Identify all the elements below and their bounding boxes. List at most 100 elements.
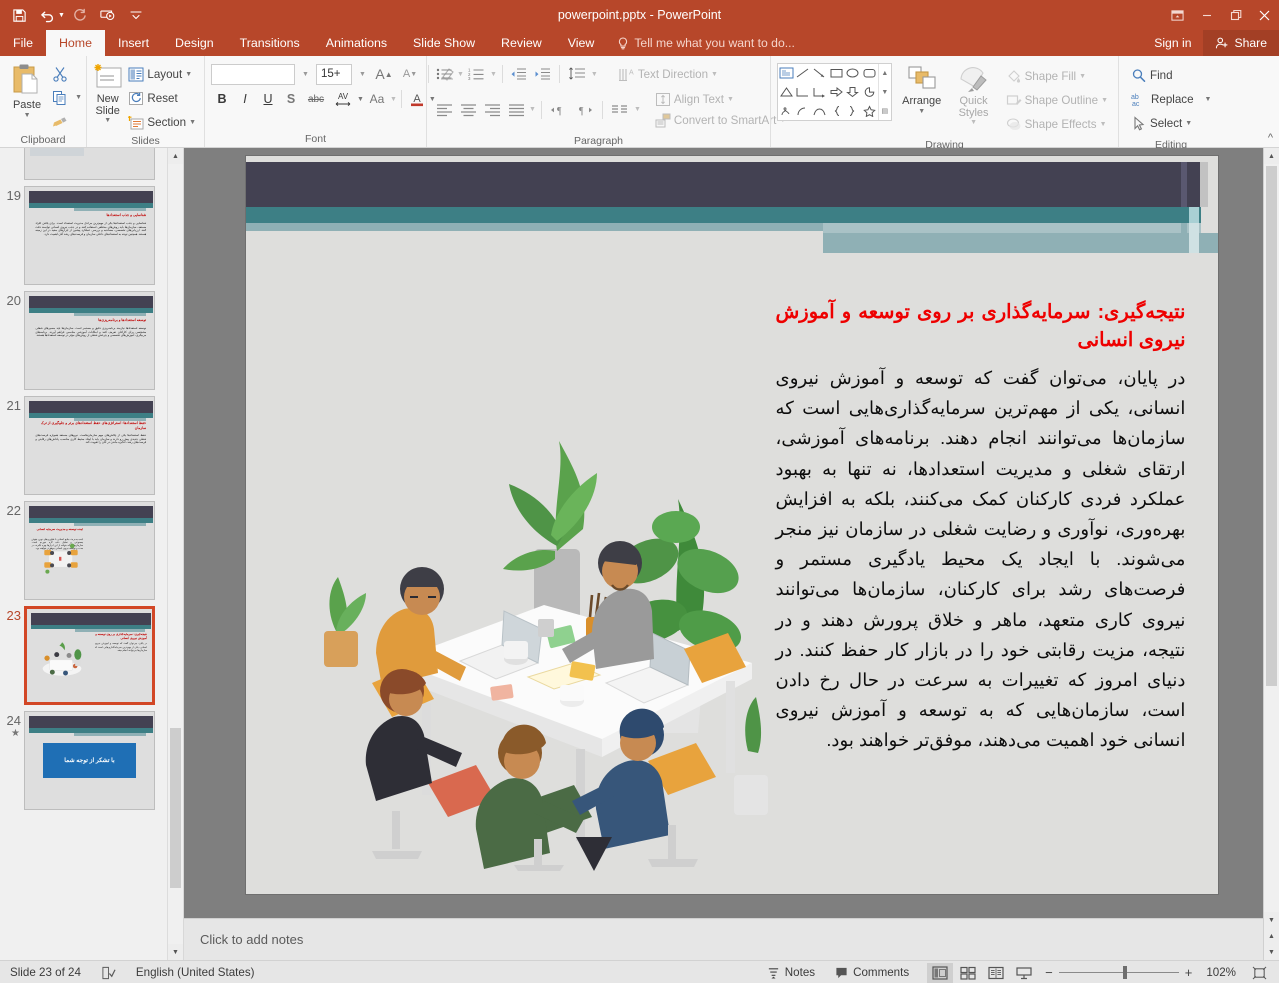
increase-font-size-button[interactable]: A ▲ (373, 63, 395, 85)
slide-title[interactable]: نتیجه‌گیری: سرمایه‌گذاری بر روی توسعه و … (776, 298, 1186, 355)
font-color-button[interactable]: A (406, 88, 428, 110)
slide-thumbnail-21[interactable]: حفظ استعدادها: استراتژی‌های حفظ استعداده… (24, 396, 155, 495)
ribbon-display-options-icon[interactable] (1163, 0, 1192, 30)
shape-curve-icon[interactable] (811, 101, 828, 120)
shape-outline-caret-icon[interactable]: ▼ (1101, 97, 1108, 104)
zoom-track[interactable] (1058, 966, 1179, 979)
tab-design[interactable]: Design (162, 30, 227, 56)
increase-indent-button[interactable] (532, 63, 554, 85)
underline-button[interactable]: U (257, 88, 279, 110)
text-direction-button[interactable]: A Text Direction ▼ (614, 63, 722, 85)
save-icon[interactable] (6, 3, 32, 27)
zoom-knob[interactable] (1122, 966, 1127, 979)
numbering-button[interactable]: 123 (466, 63, 488, 85)
tab-review[interactable]: Review (488, 30, 555, 56)
zoom-slider[interactable]: − + (1037, 965, 1200, 980)
close-icon[interactable] (1250, 0, 1279, 30)
shape-effects-caret-icon[interactable]: ▼ (1100, 121, 1107, 128)
decrease-indent-button[interactable] (508, 63, 530, 85)
text-shadow-button[interactable]: S (280, 88, 302, 110)
columns-caret-icon[interactable]: ▼ (634, 106, 641, 113)
shape-right-arrow-icon[interactable] (828, 83, 845, 102)
scrollbar-thumb[interactable] (170, 728, 181, 888)
justify-button[interactable] (505, 99, 527, 121)
align-right-button[interactable] (481, 99, 503, 121)
shape-effects-button[interactable]: Shape Effects ▼ (1002, 113, 1112, 135)
shape-gallery-scrollbar[interactable]: ▲ ▼ ▤ (877, 64, 891, 120)
slide-indicator[interactable]: Slide 23 of 24 (0, 966, 91, 979)
tab-transitions[interactable]: Transitions (227, 30, 313, 56)
spell-check-icon[interactable] (91, 966, 126, 980)
strikethrough-button[interactable]: abc (303, 88, 329, 110)
list-item[interactable]: 19 شناسایی و جذب استعدادها شناسایی و جذب… (0, 180, 167, 285)
customize-qat-icon[interactable] (123, 3, 149, 27)
slide-scroll-up-icon[interactable]: ▲ (1264, 148, 1279, 164)
zoom-level-label[interactable]: 102% (1200, 966, 1242, 979)
comments-button[interactable]: Comments (825, 966, 919, 979)
scroll-up-icon[interactable]: ▲ (168, 148, 183, 164)
layout-caret-icon[interactable]: ▼ (185, 71, 192, 78)
notes-button[interactable]: Notes (757, 966, 825, 979)
cut-button[interactable] (48, 63, 82, 85)
change-case-caret-icon[interactable]: ▼ (390, 96, 397, 103)
tab-view[interactable]: View (555, 30, 608, 56)
line-spacing-caret-icon[interactable]: ▼ (591, 71, 598, 78)
notes-pane[interactable]: Click to add notes (184, 918, 1279, 960)
scroll-down-icon[interactable]: ▼ (168, 944, 183, 960)
slide-thumbnail-22[interactable]: آینده توسعه و مدیریت سرمایه انسانی آینده… (24, 501, 155, 600)
character-spacing-button[interactable]: AV (330, 88, 356, 110)
bold-button[interactable]: B (211, 88, 233, 110)
current-slide[interactable]: نتیجه‌گیری: سرمایه‌گذاری بر روی توسعه و … (245, 156, 1218, 894)
shape-triangle-icon[interactable] (778, 83, 795, 102)
slide-thumbnail-23-selected[interactable]: نتیجه‌گیری: سرمایه‌گذاری بر روی توسعه و … (24, 606, 155, 705)
shape-fill-caret-icon[interactable]: ▼ (1079, 73, 1086, 80)
shape-gallery-more-icon[interactable]: ▤ (879, 101, 891, 120)
align-center-button[interactable] (457, 99, 479, 121)
section-caret-icon[interactable]: ▼ (189, 119, 196, 126)
collapse-ribbon-icon[interactable]: ^ (1268, 132, 1273, 144)
shape-gallery[interactable]: ▲ ▼ ▤ (777, 63, 892, 121)
shape-down-arrow-icon[interactable] (845, 83, 862, 102)
slide-body-text[interactable]: در پایان، می‌توان گفت که توسعه و آموزش ن… (776, 363, 1186, 756)
shape-fill-button[interactable]: Shape Fill ▼ (1002, 65, 1112, 87)
columns-button[interactable] (608, 99, 632, 121)
replace-button[interactable]: ab ac Replace ▼ (1127, 88, 1215, 110)
list-item[interactable]: 21 حفظ استعدادها: استراتژی‌های حفظ استعد… (0, 390, 167, 495)
minimize-icon[interactable] (1192, 0, 1221, 30)
bullets-button[interactable] (433, 63, 455, 85)
font-size-combo[interactable]: 15+ (316, 63, 352, 85)
next-slide-icon[interactable]: ▼ (1264, 944, 1279, 960)
shape-star-icon[interactable] (861, 101, 878, 120)
line-spacing-button[interactable] (565, 63, 589, 85)
shape-outline-button[interactable]: Shape Outline ▼ (1002, 89, 1112, 111)
align-left-button[interactable] (433, 99, 455, 121)
reset-button[interactable]: Reset (124, 87, 200, 109)
tab-animations[interactable]: Animations (313, 30, 400, 56)
shape-elbow-arrow-icon[interactable] (811, 83, 828, 102)
tab-insert[interactable]: Insert (105, 30, 162, 56)
undo-icon[interactable] (34, 3, 60, 27)
rtl-text-direction-button[interactable]: ¶ (573, 99, 597, 121)
paste-button[interactable]: Paste ▼ (6, 61, 48, 119)
slide-sorter-icon[interactable] (955, 963, 981, 983)
shape-oval-icon[interactable] (845, 64, 862, 83)
language-indicator[interactable]: English (United States) (126, 966, 265, 979)
slide-show-icon[interactable] (1011, 963, 1037, 983)
slide-thumbnail-20[interactable]: توسعه استعدادها و برنامه‌ریزی‌ها توسعه ا… (24, 291, 155, 390)
select-button[interactable]: Select ▼ (1127, 112, 1196, 134)
list-item[interactable]: متن نمونه (0, 148, 167, 180)
copy-button[interactable] (48, 87, 72, 109)
tab-file[interactable]: File (0, 30, 46, 56)
previous-slide-icon[interactable]: ▲ (1264, 928, 1279, 944)
new-slide-button[interactable]: New Slide ▼ (91, 61, 124, 124)
shape-rectangle-icon[interactable] (828, 64, 845, 83)
shape-textbox-icon[interactable] (778, 64, 795, 83)
bullets-caret-icon[interactable]: ▼ (457, 71, 464, 78)
shape-gallery-scroll-down-icon[interactable]: ▼ (879, 83, 891, 102)
slide-scrollbar-thumb[interactable] (1266, 166, 1277, 686)
font-name-combo[interactable] (211, 63, 295, 85)
decrease-font-size-button[interactable]: A ▼ (399, 63, 421, 85)
numbering-caret-icon[interactable]: ▼ (490, 71, 497, 78)
restore-icon[interactable] (1221, 0, 1250, 30)
shape-left-brace-icon[interactable] (828, 101, 845, 120)
